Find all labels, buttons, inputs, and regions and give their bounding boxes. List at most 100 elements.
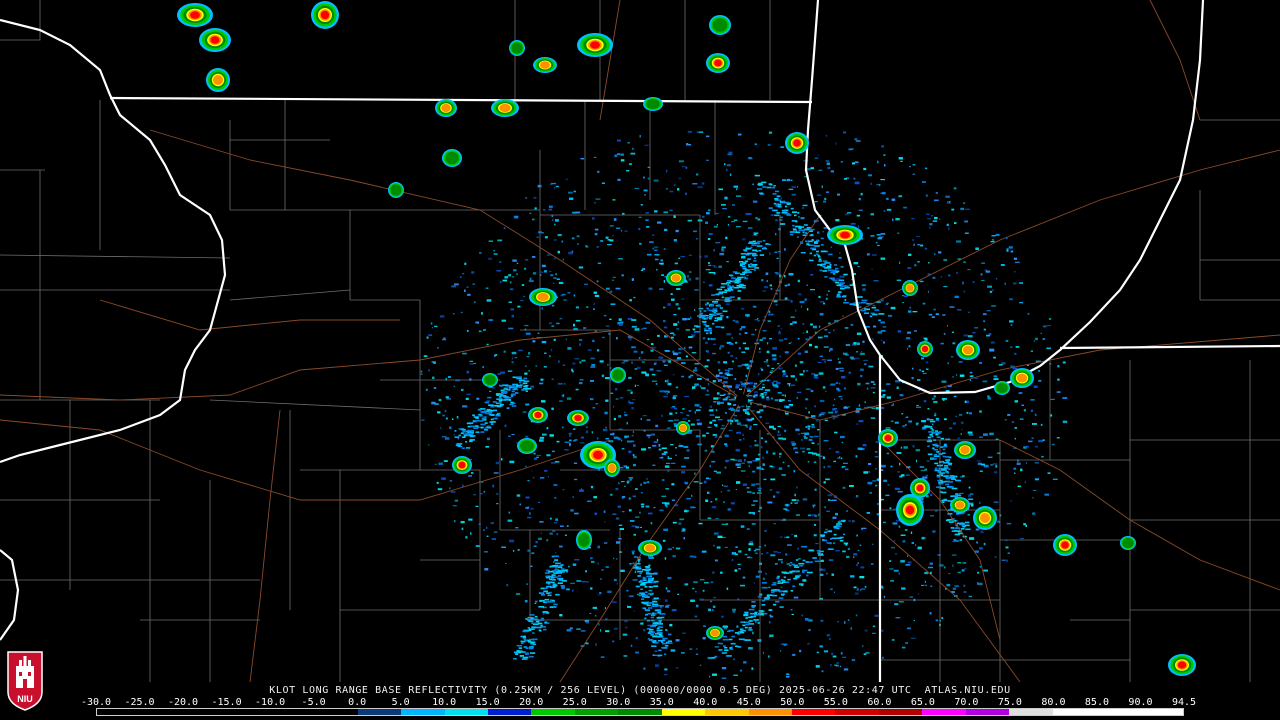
echo-pixel [808,259,814,262]
echo-pixel [880,179,885,181]
echo-pixel [787,578,791,581]
echo-pixel [979,436,983,439]
echo-pixel [940,342,944,345]
echo-pixel [769,621,771,624]
echo-pixel [839,275,845,278]
echo-pixel [654,249,658,251]
echo-pixel [899,394,904,397]
echo-pixel [525,365,527,367]
echo-pixel [790,384,795,386]
echo-pixel [945,195,950,198]
echo-pixel [958,414,963,416]
echo-pixel [544,572,550,574]
echo-pixel [778,228,781,231]
echo-pixel [900,446,903,449]
echo-pixel [729,343,734,345]
echo-pixel [574,559,580,561]
echo-pixel [931,429,935,431]
echo-pixel [719,252,725,256]
echo-pixel [738,550,742,553]
echo-pixel [490,522,494,525]
echo-pixel [936,486,941,488]
echo-pixel [905,423,907,426]
echo-pixel [659,262,664,265]
echo-pixel [987,397,992,400]
echo-pixel [959,374,965,377]
echo-pixel [795,559,799,561]
echo-pixel [710,581,714,583]
echo-pixel [759,506,762,509]
echo-pixel [724,434,729,438]
echo-pixel [888,314,893,317]
echo-pixel [762,330,767,332]
echo-pixel [835,410,839,413]
echo-pixel [938,251,942,254]
echo-pixel [518,349,523,352]
echo-pixel [707,338,710,341]
echo-pixel [719,401,724,404]
echo-pixel [662,637,668,640]
echo-pixel [868,365,874,368]
echo-pixel [612,199,616,201]
echo-pixel [600,656,605,658]
echo-pixel [489,390,492,392]
echo-pixel [630,152,636,155]
echo-pixel [850,627,853,630]
echo-pixel [640,204,643,206]
echo-pixel [906,474,910,476]
echo-pixel [793,470,796,473]
echo-pixel [706,389,709,392]
echo-pixel [825,135,828,137]
echo-pixel [570,509,574,512]
echo-pixel [779,355,781,358]
echo-pixel [596,280,599,283]
echo-pixel [555,185,559,188]
echo-pixel [861,527,867,529]
echo-pixel [804,432,810,435]
echo-pixel [661,414,663,417]
echo-pixel [785,375,788,377]
echo-pixel [577,243,579,245]
echo-pixel [591,431,593,434]
echo-pixel [953,187,957,190]
echo-pixel [687,130,693,133]
echo-pixel [799,565,804,567]
echo-pixel [508,327,514,330]
echo-pixel [1062,397,1068,399]
echo-pixel [914,264,917,267]
echo-pixel [516,273,518,275]
echo-pixel [794,534,798,537]
echo-pixel [444,409,447,413]
echo-pixel [799,373,804,376]
echo-pixel [990,341,995,344]
echo-pixel [525,652,529,654]
echo-pixel [805,228,810,231]
echo-pixel [945,477,951,480]
echo-pixel [501,546,506,548]
echo-pixel [710,338,716,341]
echo-pixel [488,257,493,260]
echo-pixel [594,233,598,236]
echo-pixel [452,418,454,420]
echo-pixel [803,224,808,226]
echo-pixel [668,420,674,422]
echo-pixel [430,322,433,325]
echo-pixel [779,590,782,593]
echo-pixel [664,653,667,655]
echo-pixel [638,228,641,231]
echo-pixel [1030,350,1033,352]
echo-pixel [661,646,664,649]
echo-pixel [845,344,851,346]
echo-pixel [762,456,764,459]
echo-pixel [636,562,641,565]
echo-pixel [932,530,936,533]
echo-pixel [838,395,843,398]
echo-pixel [877,237,882,240]
echo-pixel [688,254,692,256]
echo-pixel [875,441,879,444]
echo-pixel [664,380,666,382]
echo-pixel [1007,552,1010,554]
echo-pixel [636,384,639,386]
echo-pixel [540,378,544,381]
echo-pixel [810,289,815,291]
